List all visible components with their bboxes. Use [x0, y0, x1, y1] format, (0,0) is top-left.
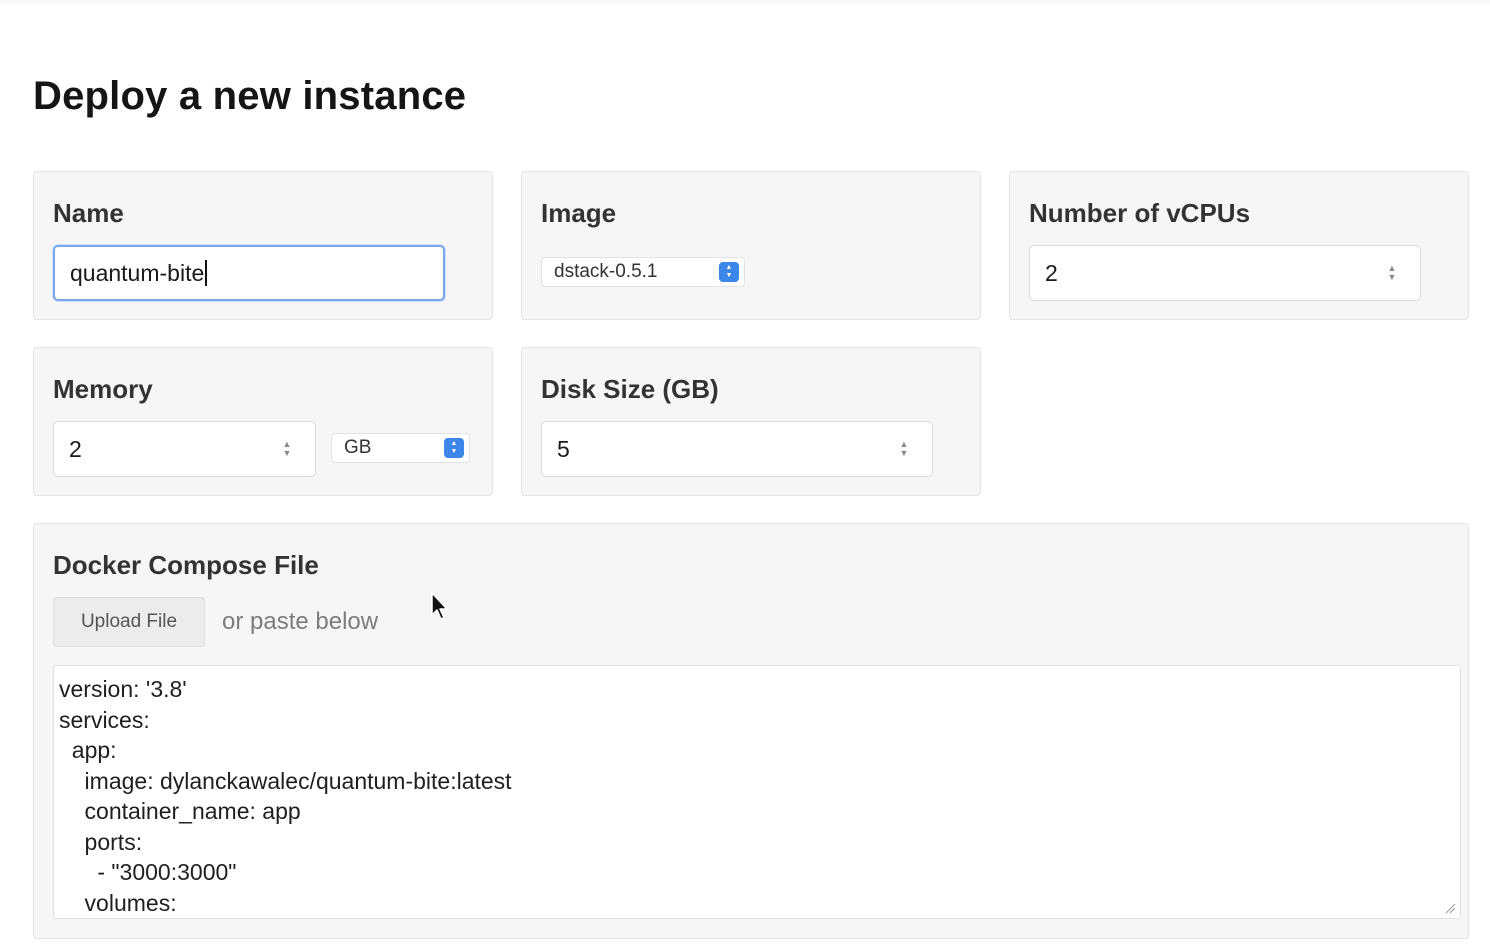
memory-input[interactable]: 2 ▲ ▼	[53, 421, 316, 477]
page-title: Deploy a new instance	[33, 74, 467, 118]
code-line: version: '3.8'	[59, 676, 187, 702]
spinner-icon[interactable]: ▲ ▼	[1386, 263, 1398, 283]
memory-unit-value: GB	[344, 437, 372, 458]
name-card: Name quantum-bite	[33, 171, 493, 320]
image-label: Image	[541, 198, 617, 228]
memory-label: Memory	[53, 374, 153, 404]
image-select[interactable]: dstack-0.5.1 ▲ ▼	[541, 257, 745, 287]
compose-card: Docker Compose File Upload File or paste…	[33, 523, 1469, 939]
upload-file-button[interactable]: Upload File	[53, 597, 205, 647]
vcpu-input[interactable]: 2 ▲ ▼	[1029, 245, 1421, 301]
image-card: Image dstack-0.5.1 ▲ ▼	[521, 171, 981, 320]
code-line: services:	[59, 706, 150, 733]
memory-unit-select[interactable]: GB ▲ ▼	[331, 433, 470, 463]
code-line: - "3000:3000"	[59, 859, 237, 885]
code-line: app:	[59, 737, 117, 763]
disk-label: Disk Size (GB)	[541, 374, 719, 404]
disk-input[interactable]: 5 ▲ ▼	[541, 421, 933, 477]
image-select-value: dstack-0.5.1	[554, 261, 658, 282]
resize-grip-icon[interactable]	[1444, 902, 1456, 914]
memory-card: Memory 2 ▲ ▼ GB ▲ ▼	[33, 347, 493, 496]
disk-card: Disk Size (GB) 5 ▲ ▼	[521, 347, 981, 496]
name-input[interactable]: quantum-bite	[53, 245, 445, 301]
mouse-cursor-icon	[431, 592, 448, 620]
name-input-value: quantum-bite	[70, 259, 205, 286]
compose-textarea[interactable]: version: '3.8' services: app: image: dyl…	[53, 665, 1461, 919]
code-line: ports:	[59, 828, 143, 855]
code-line: container_name: app	[59, 798, 301, 824]
spinner-icon[interactable]: ▲ ▼	[281, 439, 293, 459]
compose-label: Docker Compose File	[53, 550, 319, 580]
spinner-icon[interactable]: ▲ ▼	[898, 439, 910, 459]
select-arrows-icon: ▲ ▼	[719, 262, 739, 282]
code-line: volumes:	[59, 889, 177, 916]
select-arrows-icon: ▲ ▼	[444, 438, 464, 458]
vcpu-label: Number of vCPUs	[1029, 198, 1251, 228]
name-label: Name	[53, 198, 124, 228]
vcpu-card: Number of vCPUs 2 ▲ ▼	[1009, 171, 1469, 320]
code-line: image: dylanckawalec/quantum-bite:latest	[59, 767, 512, 794]
vcpu-input-value: 2	[1045, 259, 1058, 286]
text-caret	[205, 260, 208, 286]
memory-input-value: 2	[69, 435, 82, 462]
paste-hint: or paste below	[222, 608, 379, 635]
top-edge	[0, 0, 1490, 6]
disk-input-value: 5	[557, 435, 570, 462]
